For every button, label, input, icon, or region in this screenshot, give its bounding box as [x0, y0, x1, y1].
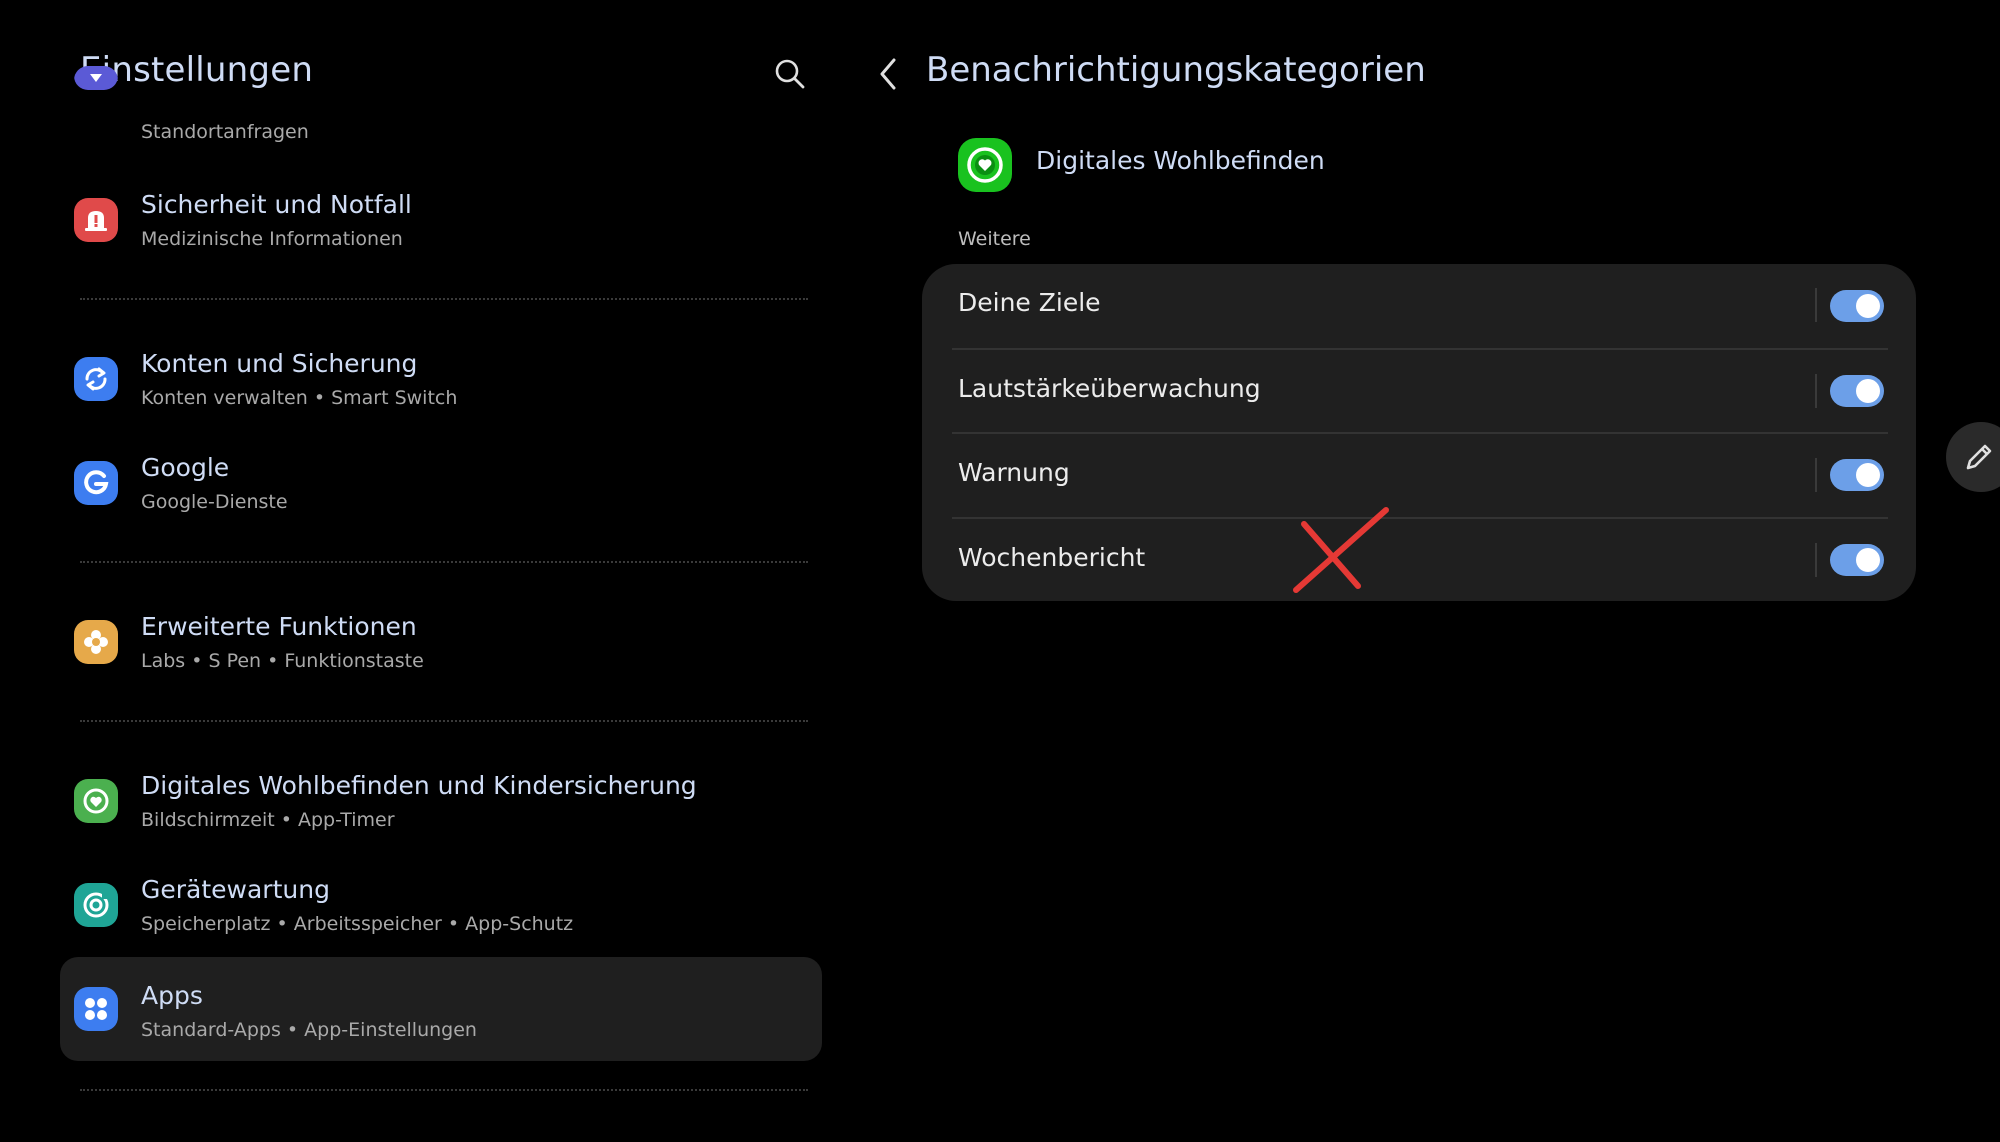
- app-name: Digitales Wohlbefinden: [1036, 146, 1325, 175]
- red-x-annotation: [1290, 506, 1390, 596]
- category-row-wochenbericht[interactable]: Wochenbericht: [922, 519, 1916, 603]
- item-title: Google: [141, 453, 230, 482]
- section-label: Weitere: [958, 228, 1031, 250]
- item-subtitle: Medizinische Informationen: [141, 228, 403, 250]
- cross-mark-icon: [1293, 507, 1389, 593]
- category-toggle[interactable]: [1830, 375, 1884, 407]
- puzzle-icon: [74, 620, 118, 664]
- settings-item-google[interactable]: Google Google-Dienste: [60, 433, 822, 533]
- settings-item-device-care[interactable]: Gerätewartung Speicherplatz • Arbeitsspe…: [60, 855, 822, 955]
- item-subtitle: Speicherplatz • Arbeitsspeicher • App-Sc…: [141, 913, 574, 935]
- item-subtitle: Standard-Apps • App-Einstellungen: [141, 1019, 477, 1041]
- settings-list-pane: Einstellungen Standortanfragen Sicherhei…: [0, 0, 832, 1142]
- digital-wellbeing-app-icon: [958, 138, 1012, 192]
- toggle-knob: [1856, 548, 1880, 572]
- apps-icon: [74, 987, 118, 1031]
- location-icon: [74, 66, 118, 106]
- item-title: Konten und Sicherung: [141, 349, 418, 378]
- item-title: Apps: [141, 981, 203, 1010]
- row-separator: [1815, 374, 1817, 408]
- categories-card: Deine Ziele Lautstärkeüberwachung Warnun…: [922, 264, 1916, 601]
- item-subtitle: Konten verwalten • Smart Switch: [141, 387, 458, 409]
- category-row-warnung[interactable]: Warnung: [922, 434, 1916, 518]
- toggle-knob: [1856, 294, 1880, 318]
- section-divider: [80, 720, 808, 722]
- category-row-lautstaerke[interactable]: Lautstärkeüberwachung: [922, 350, 1916, 434]
- detail-title: Benachrichtigungskategorien: [926, 50, 1426, 90]
- category-toggle[interactable]: [1830, 290, 1884, 322]
- settings-item-digital-wellbeing[interactable]: Digitales Wohlbefinden und Kindersicheru…: [60, 751, 822, 851]
- settings-item-advanced-features[interactable]: Erweiterte Funktionen Labs • S Pen • Fun…: [60, 592, 822, 692]
- category-label: Deine Ziele: [958, 288, 1101, 317]
- toggle-knob: [1856, 463, 1880, 487]
- settings-item-location[interactable]: Standortanfragen: [60, 66, 822, 154]
- settings-item-accounts-backup[interactable]: Konten und Sicherung Konten verwalten • …: [60, 329, 822, 429]
- category-row-deine-ziele[interactable]: Deine Ziele: [922, 264, 1916, 348]
- category-toggle[interactable]: [1830, 544, 1884, 576]
- item-subtitle: Labs • S Pen • Funktionstaste: [141, 650, 424, 672]
- category-label: Wochenbericht: [958, 543, 1146, 572]
- emergency-icon: [74, 198, 118, 242]
- row-separator: [1815, 543, 1817, 577]
- item-title: Digitales Wohlbefinden und Kindersicheru…: [141, 771, 697, 800]
- item-title: Erweiterte Funktionen: [141, 612, 417, 641]
- pencil-icon: [1966, 444, 1992, 470]
- chevron-left-icon: [880, 58, 896, 90]
- row-separator: [1815, 288, 1817, 322]
- item-title: Gerätewartung: [141, 875, 330, 904]
- section-divider: [80, 298, 808, 300]
- item-title: Sicherheit und Notfall: [141, 190, 412, 219]
- row-separator: [1815, 458, 1817, 492]
- category-toggle[interactable]: [1830, 459, 1884, 491]
- device-care-icon: [74, 883, 118, 927]
- back-button[interactable]: [872, 54, 906, 94]
- google-icon: [74, 461, 118, 505]
- edit-floating-button[interactable]: [1946, 422, 2000, 492]
- wellbeing-icon: [74, 779, 118, 823]
- settings-item-safety-emergency[interactable]: Sicherheit und Notfall Medizinische Info…: [60, 170, 822, 270]
- item-subtitle: Standortanfragen: [141, 121, 309, 143]
- settings-item-apps[interactable]: Apps Standard-Apps • App-Einstellungen: [60, 957, 822, 1061]
- settings-screen: Einstellungen Standortanfragen Sicherhei…: [0, 0, 2000, 1142]
- section-divider: [80, 1089, 808, 1091]
- item-subtitle: Google-Dienste: [141, 491, 288, 513]
- toggle-knob: [1856, 379, 1880, 403]
- section-divider: [80, 561, 808, 563]
- category-label: Lautstärkeüberwachung: [958, 374, 1261, 403]
- sync-icon: [74, 357, 118, 401]
- item-subtitle: Bildschirmzeit • App-Timer: [141, 809, 395, 831]
- category-label: Warnung: [958, 458, 1070, 487]
